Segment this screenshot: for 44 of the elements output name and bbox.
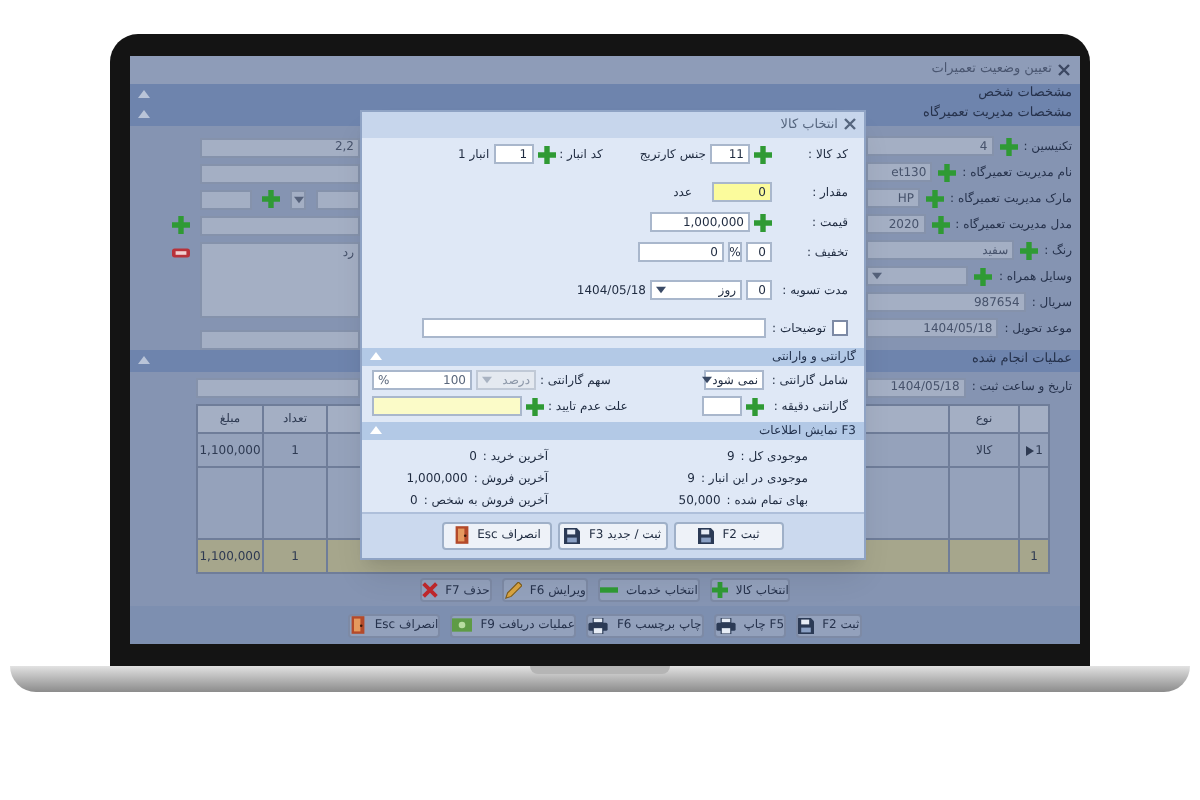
plus-icon: [711, 582, 728, 599]
printer-icon: [588, 617, 609, 634]
dropdown[interactable]: [866, 266, 969, 287]
plus-icon[interactable]: [262, 190, 280, 209]
printer-icon: [715, 617, 736, 634]
row-pointer-icon: [1025, 445, 1034, 456]
plus-icon[interactable]: [537, 145, 556, 164]
door-icon: [453, 526, 470, 545]
dropdown-arrow-icon[interactable]: [656, 286, 666, 295]
text-field[interactable]: [196, 377, 360, 398]
plus-icon[interactable]: [974, 267, 993, 286]
dropdown-arrow-icon[interactable]: [702, 376, 713, 385]
plus-icon[interactable]: [526, 397, 544, 416]
plus-icon[interactable]: [746, 397, 764, 416]
plus-icon[interactable]: [926, 189, 945, 208]
plus-icon[interactable]: [999, 137, 1018, 156]
collapse-icon[interactable]: [370, 352, 382, 361]
text-field[interactable]: [200, 189, 252, 210]
plus-icon[interactable]: [1020, 241, 1039, 260]
minus-icon[interactable]: [171, 247, 189, 258]
pencil-icon: [503, 581, 522, 600]
minus-icon: [599, 586, 618, 595]
close-icon: [421, 582, 438, 599]
text-field[interactable]: [200, 215, 360, 236]
close-icon[interactable]: [1058, 63, 1070, 76]
collapse-icon[interactable]: [138, 356, 150, 365]
plus-icon[interactable]: [938, 163, 957, 182]
text-field[interactable]: [200, 163, 360, 184]
plus-icon[interactable]: [171, 216, 189, 235]
text-field[interactable]: [422, 318, 767, 339]
dropdown[interactable]: [290, 189, 306, 210]
close-icon[interactable]: [844, 118, 856, 131]
checkbox[interactable]: [832, 320, 848, 337]
plus-icon[interactable]: [754, 145, 772, 164]
text-field[interactable]: [200, 329, 360, 350]
base-notch: [530, 666, 670, 674]
plus-icon[interactable]: [931, 215, 950, 234]
banknote-icon: [452, 618, 473, 633]
plus-icon[interactable]: [754, 213, 772, 232]
reason-field[interactable]: [372, 396, 522, 417]
text-field[interactable]: [702, 396, 742, 417]
text-field[interactable]: [316, 189, 360, 210]
table-cell: [948, 540, 1018, 575]
door-icon: [350, 616, 367, 635]
